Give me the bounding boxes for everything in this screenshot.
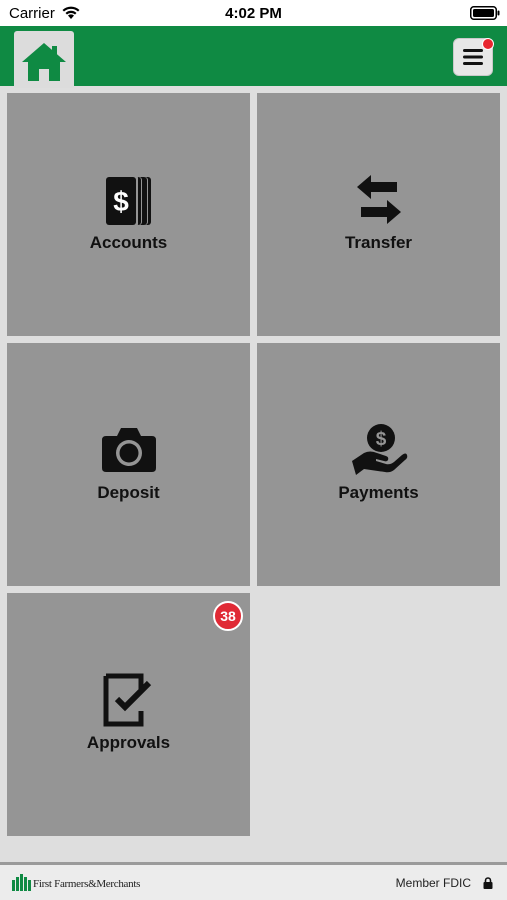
hand-coin-icon: $	[257, 423, 500, 475]
bank-logo-icon	[12, 874, 31, 891]
member-fdic-label: Member FDIC	[395, 876, 471, 890]
hamburger-menu-icon	[463, 49, 483, 65]
clock-time: 4:02 PM	[225, 5, 282, 22]
tile-accounts-label: Accounts	[89, 233, 168, 252]
tile-transfer-label: Transfer	[344, 233, 413, 252]
home-icon	[22, 43, 66, 81]
lock-icon	[483, 877, 493, 889]
status-bar: Carrier 4:02 PM	[0, 0, 507, 26]
tile-approvals[interactable]: Approvals	[7, 593, 250, 836]
tile-payments[interactable]: $ Payments	[257, 343, 500, 586]
tile-transfer[interactable]: Transfer	[257, 93, 500, 336]
checklist-icon	[7, 673, 250, 727]
approvals-count-badge: 38	[213, 601, 243, 631]
camera-icon	[7, 427, 250, 473]
app-header	[0, 26, 507, 86]
svg-text:$: $	[375, 429, 386, 450]
tile-deposit-label: Deposit	[97, 483, 160, 502]
transfer-arrows-icon	[257, 175, 500, 225]
footer: First Farmers&Merchants Member FDIC	[0, 862, 507, 900]
tile-payments-label: Payments	[338, 483, 419, 502]
tile-accounts[interactable]: $ Accounts	[7, 93, 250, 336]
notification-dot	[482, 38, 494, 50]
tile-deposit[interactable]: Deposit	[7, 343, 250, 586]
battery-icon	[470, 6, 500, 20]
bank-logo-text: First Farmers&Merchants	[33, 878, 141, 890]
svg-text:$: $	[113, 186, 129, 217]
tile-approvals-label: Approvals	[86, 733, 171, 752]
dollar-bills-icon: $	[7, 175, 250, 227]
home-button[interactable]	[14, 31, 74, 88]
